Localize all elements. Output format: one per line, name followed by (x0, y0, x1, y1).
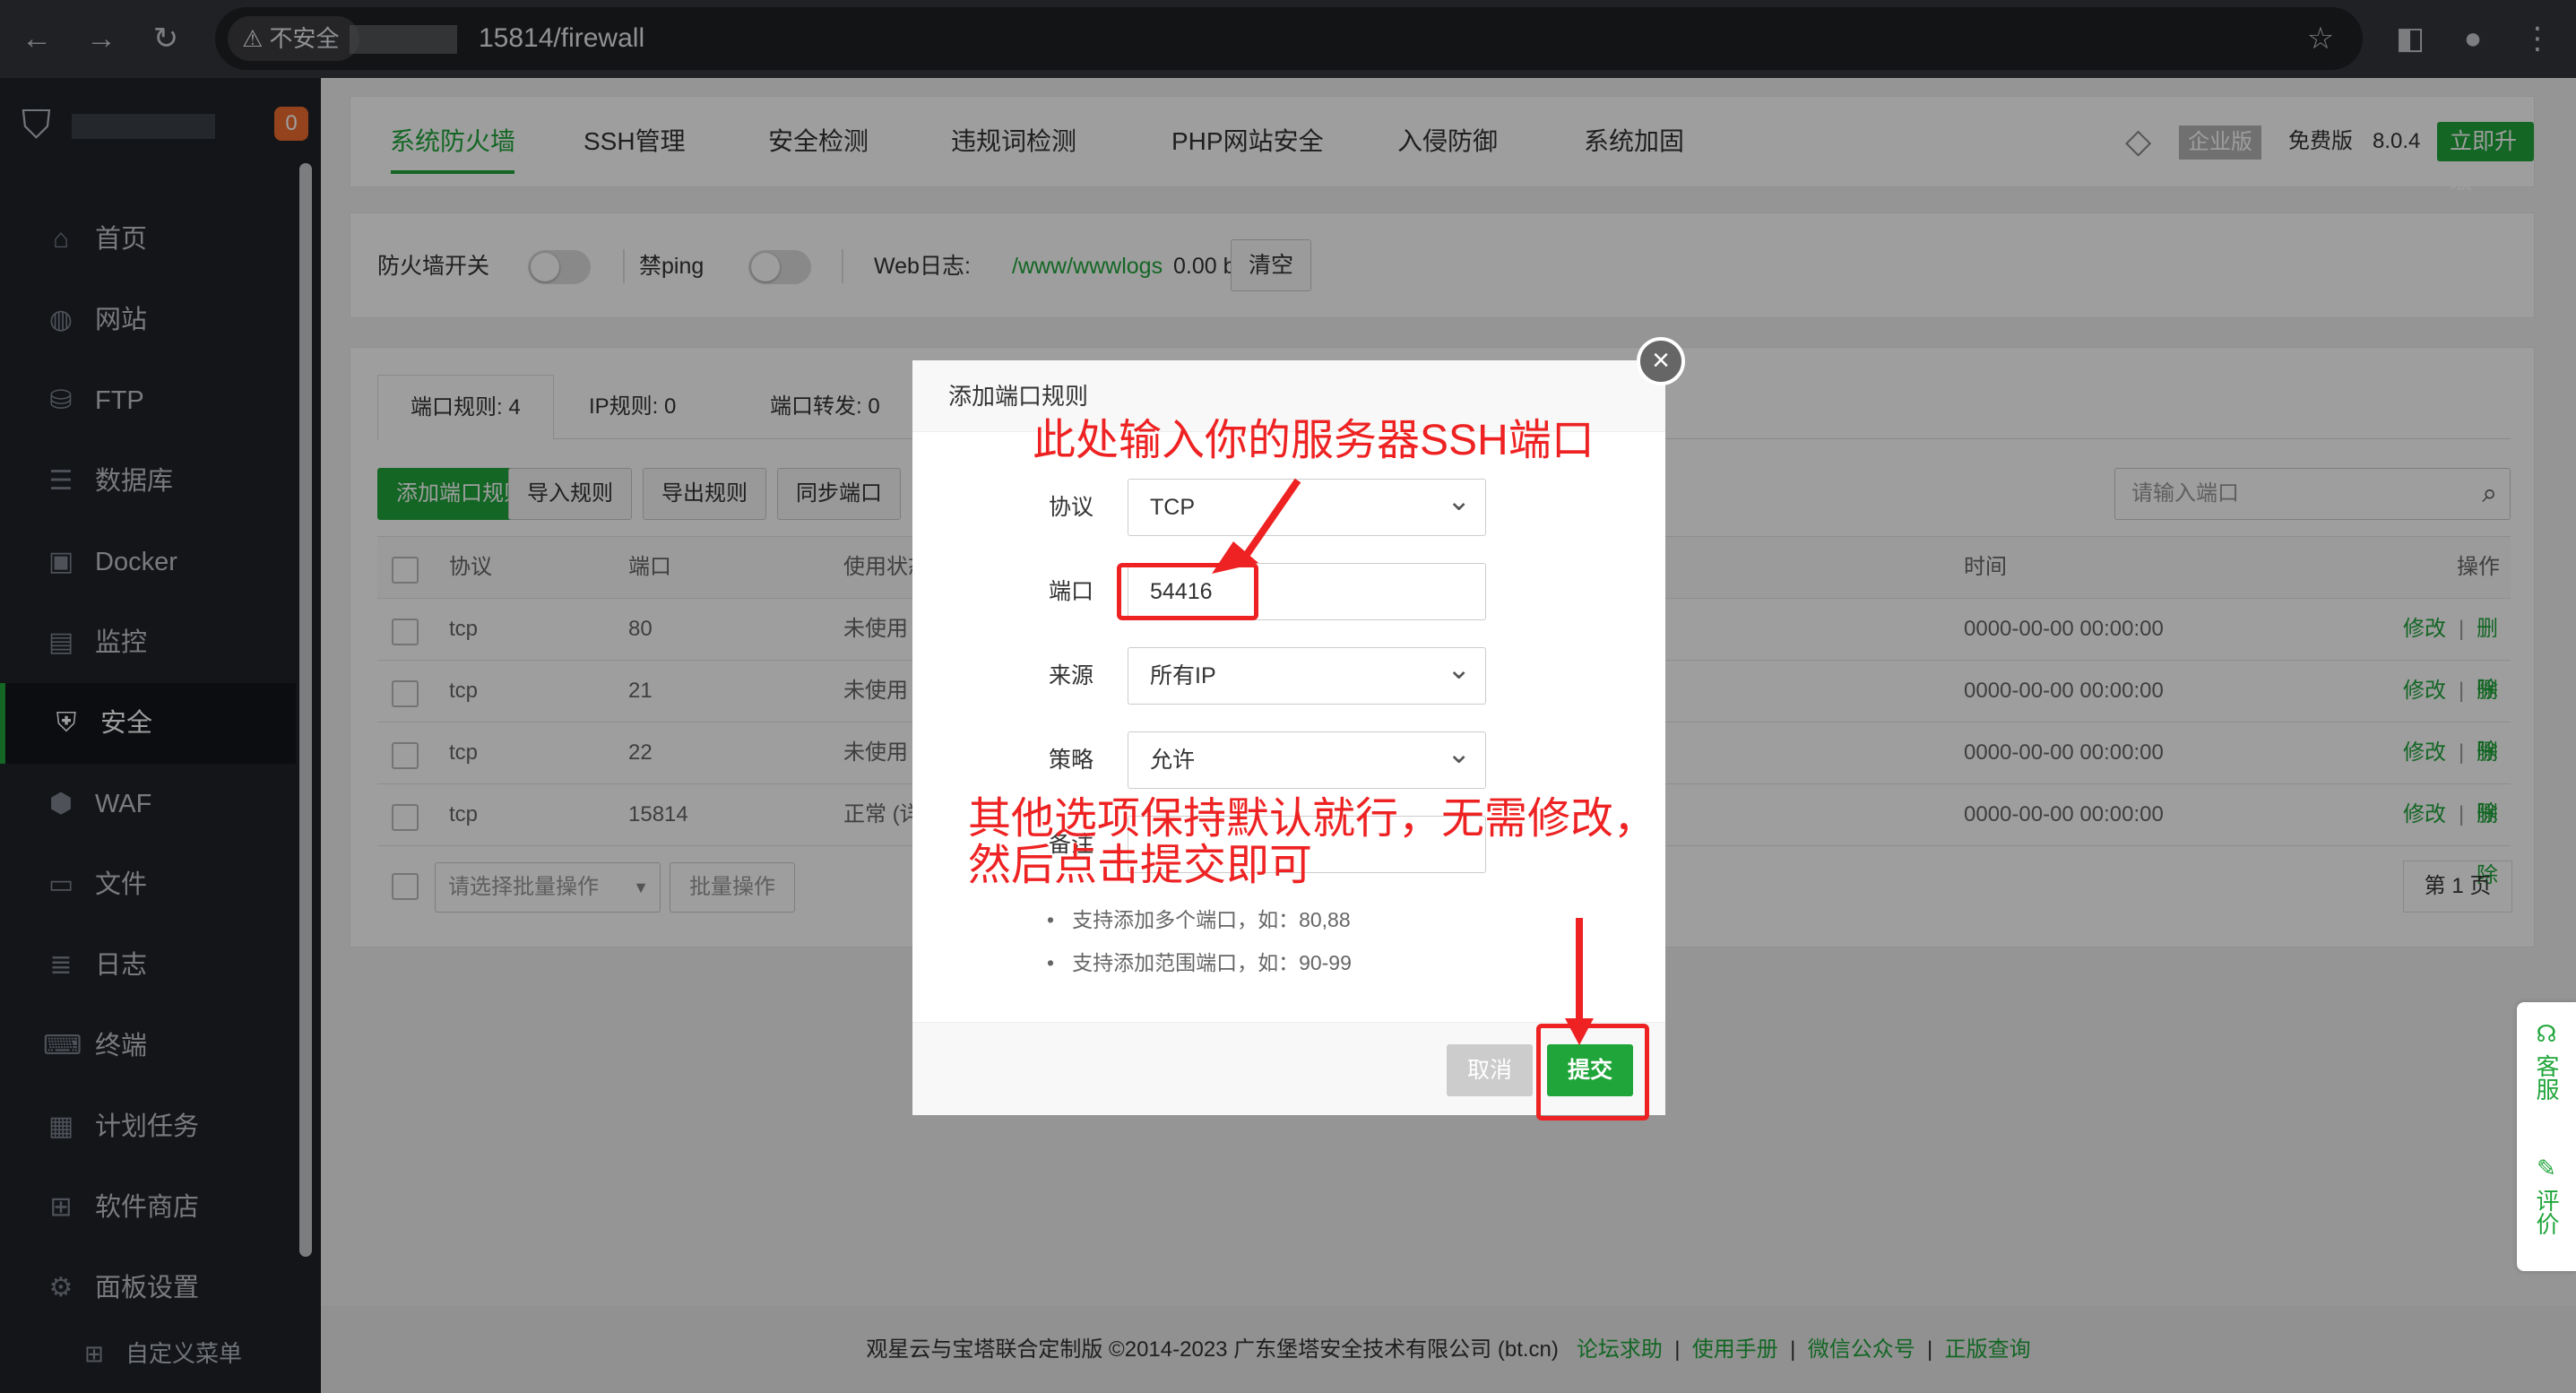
arrow-head-submit (1565, 1018, 1594, 1045)
annotation-arrows (1212, 478, 1594, 1045)
arrow-to-port (1242, 478, 1301, 558)
